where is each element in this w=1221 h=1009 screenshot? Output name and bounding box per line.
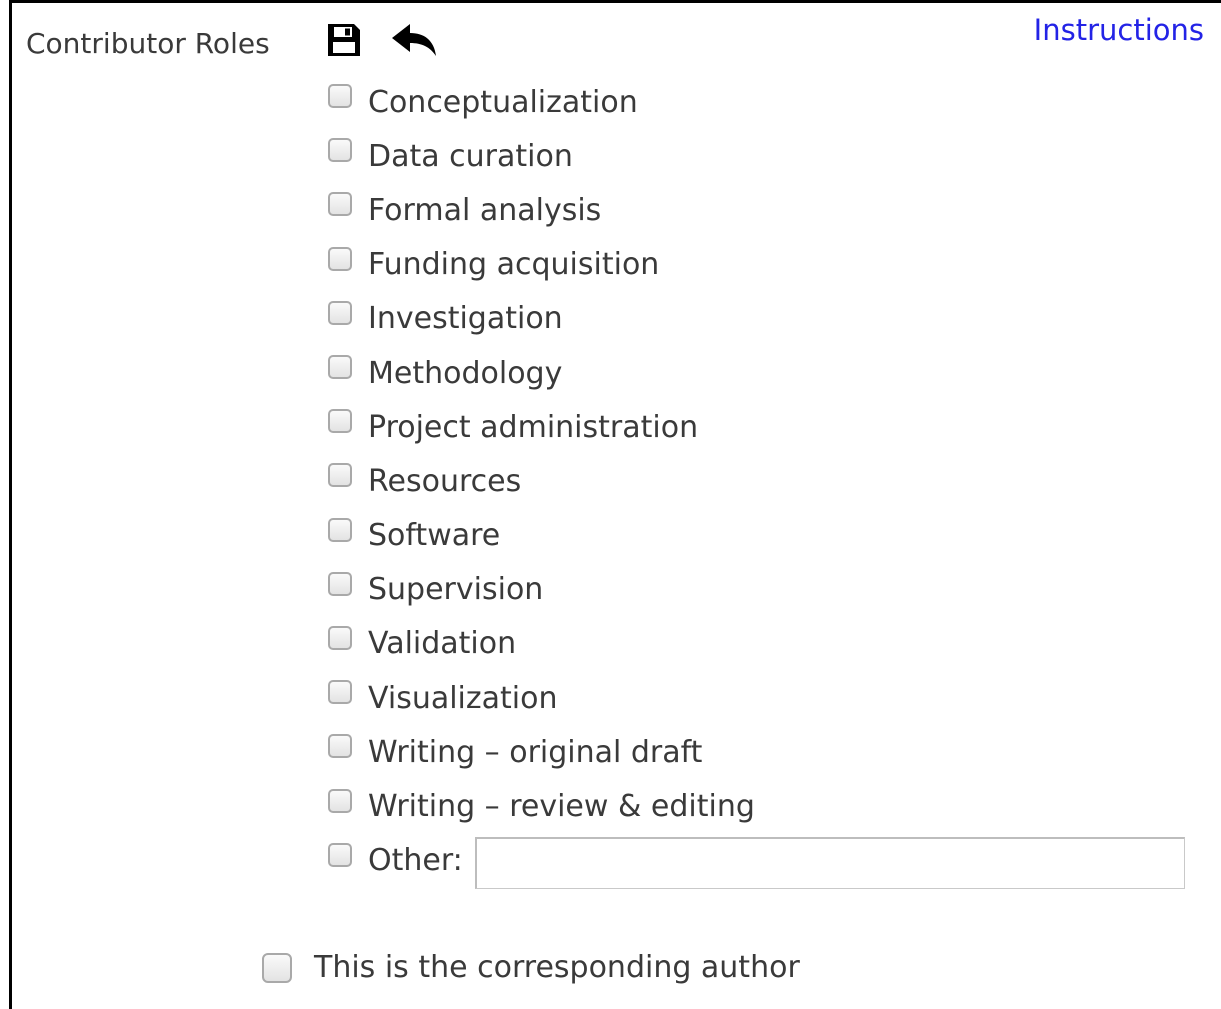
role-label[interactable]: Conceptualization [368,85,638,120]
role-checkbox[interactable] [328,192,352,217]
role-label[interactable]: Writing – original draft [368,735,702,770]
role-label[interactable]: Resources [368,464,521,499]
other-role-checkbox[interactable] [328,842,352,867]
role-checkbox[interactable] [328,84,352,109]
role-label[interactable]: Project administration [368,410,698,445]
list-item: Writing – review & editing [328,777,1185,831]
role-checkbox[interactable] [328,734,352,759]
role-checkbox[interactable] [328,571,352,596]
other-role-row: Other: [328,832,1185,889]
role-checkbox[interactable] [328,355,352,380]
instructions-link[interactable]: Instructions [1034,13,1204,47]
role-checkbox[interactable] [328,138,352,163]
reply-arrow-icon[interactable] [390,22,438,58]
role-label[interactable]: Formal analysis [368,193,601,228]
role-checkbox[interactable] [328,680,352,705]
list-item: Project administration [328,398,1185,452]
other-role-label[interactable]: Other: [368,843,463,878]
role-label[interactable]: Validation [368,626,516,661]
list-item: Validation [328,615,1185,669]
section-title: Contributor Roles [26,27,270,60]
list-item: Data curation [328,127,1185,181]
list-item: Resources [328,452,1185,506]
list-item: Investigation [328,290,1185,344]
role-checkbox[interactable] [328,625,352,650]
role-label[interactable]: Funding acquisition [368,247,659,282]
other-role-input[interactable] [474,836,1185,889]
role-label[interactable]: Visualization [368,681,558,716]
role-checkbox[interactable] [328,517,352,542]
list-item: Supervision [328,561,1185,615]
list-item: Writing – original draft [328,723,1185,777]
role-checkbox[interactable] [328,409,352,434]
role-checkbox[interactable] [328,300,352,325]
list-item: Visualization [328,669,1185,723]
role-label[interactable]: Software [368,518,500,553]
contributor-role-list: Conceptualization Data curation Formal a… [328,73,1185,889]
role-checkbox[interactable] [328,788,352,813]
corresponding-author-row: This is the corresponding author [262,950,800,985]
role-checkbox[interactable] [328,463,352,488]
list-item: Formal analysis [328,181,1185,235]
list-item: Methodology [328,344,1185,398]
corresponding-author-checkbox[interactable] [262,952,292,983]
list-item: Funding acquisition [328,236,1185,290]
role-label[interactable]: Supervision [368,572,543,607]
list-item: Software [328,507,1185,561]
role-checkbox[interactable] [328,246,352,271]
list-item: Conceptualization [328,73,1185,127]
role-label[interactable]: Investigation [368,301,563,336]
floppy-disk-icon[interactable] [326,22,362,58]
corresponding-author-label[interactable]: This is the corresponding author [314,950,800,985]
role-label[interactable]: Methodology [368,356,562,391]
role-label[interactable]: Data curation [368,139,573,174]
role-label[interactable]: Writing – review & editing [368,789,755,824]
